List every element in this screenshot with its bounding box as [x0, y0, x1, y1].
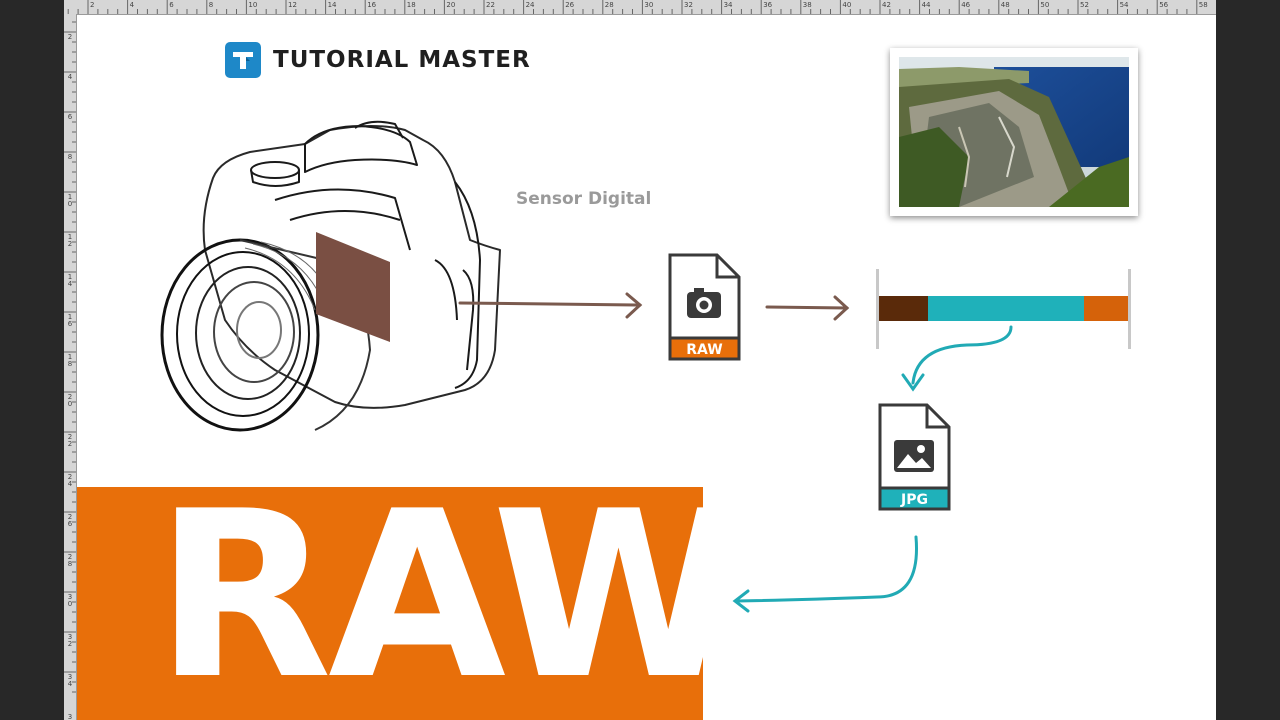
horizontal-ruler-label: 8 [208, 1, 214, 9]
raw-title-text: RAW [155, 487, 703, 720]
horizontal-ruler-label: 46 [961, 1, 971, 9]
vertical-ruler[interactable]: 24681012141618202224262830323436 [64, 14, 77, 720]
vertical-ruler-label: 20 [67, 393, 73, 408]
horizontal-ruler-label: 20 [446, 1, 456, 9]
raw-title-banner: RAW [77, 487, 703, 720]
horizontal-ruler-label: 18 [406, 1, 416, 9]
horizontal-ruler-label: 30 [644, 1, 654, 9]
vertical-ruler-label: 26 [67, 513, 73, 528]
horizontal-ruler-label: 26 [565, 1, 575, 9]
horizontal-ruler-label: 54 [1119, 1, 1129, 9]
horizontal-ruler-label: 42 [882, 1, 891, 9]
raw-file-label: RAW [686, 342, 722, 358]
canyon-landscape-image [899, 57, 1129, 207]
vertical-ruler-label: 14 [67, 273, 73, 288]
landscape-photo [890, 48, 1138, 216]
horizontal-ruler-label: 50 [1040, 1, 1050, 9]
vertical-ruler-label: 8 [67, 153, 73, 161]
vertical-ruler-label: 24 [67, 473, 73, 488]
vertical-ruler-label: 28 [67, 553, 73, 568]
vertical-ruler-label: 32 [67, 633, 73, 648]
vertical-ruler-label: 34 [67, 673, 73, 688]
raw-file-icon: RAW [668, 253, 741, 361]
horizontal-ruler-label: 6 [169, 1, 174, 9]
vertical-ruler-label: 36 [67, 713, 73, 720]
horizontal-ruler-label: 24 [525, 1, 535, 9]
workspace-gutter-left [0, 0, 64, 720]
vertical-ruler-label: 16 [67, 313, 73, 328]
horizontal-ruler-label: 10 [248, 1, 258, 9]
arrow-sensor-to-raw [458, 292, 643, 319]
horizontal-ruler-label: 34 [723, 1, 733, 9]
horizontal-ruler-label: 2 [90, 1, 95, 9]
horizontal-ruler-label: 16 [367, 1, 377, 9]
vertical-ruler-label: 12 [67, 233, 73, 248]
horizontal-ruler-label: 38 [802, 1, 812, 9]
horizontal-ruler-label: 56 [1159, 1, 1169, 9]
horizontal-ruler-label: 48 [1000, 1, 1010, 9]
data-bar [876, 269, 1131, 349]
jpg-file-icon: JPG [878, 403, 951, 511]
workspace-gutter-right [1216, 0, 1280, 720]
horizontal-ruler-label: 4 [129, 1, 135, 9]
vertical-ruler-label: 6 [67, 113, 73, 121]
horizontal-ruler-label: 28 [604, 1, 614, 9]
vertical-ruler-label: 4 [67, 73, 73, 81]
horizontal-ruler-label: 40 [842, 1, 852, 9]
horizontal-ruler-label: 44 [921, 1, 931, 9]
vertical-ruler-label: 10 [67, 193, 73, 208]
horizontal-ruler-label: 22 [486, 1, 495, 9]
horizontal-ruler-label: 52 [1080, 1, 1089, 9]
horizontal-ruler[interactable]: 2 4 6 8 10 12 14 16 18 20 22 24 26 28 30 32 34 36 38 40 42 44… [64, 0, 1216, 15]
vertical-ruler-label: 22 [67, 433, 73, 448]
arrow-raw-to-bar [765, 295, 850, 321]
vertical-ruler-label: 2 [67, 33, 73, 41]
horizontal-ruler-label: 58 [1198, 1, 1208, 9]
artboard-canvas[interactable]: TUTORIAL MASTER Sensor Digital RAW JPG R… [77, 15, 1216, 720]
horizontal-ruler-label: 12 [288, 1, 297, 9]
jpg-file-label: JPG [900, 492, 928, 508]
horizontal-ruler-label: 14 [327, 1, 337, 9]
vertical-ruler-label: 30 [67, 593, 73, 608]
arrow-jpg-to-banner [732, 535, 919, 613]
horizontal-ruler-label: 32 [684, 1, 693, 9]
horizontal-ruler-label: 36 [763, 1, 773, 9]
vertical-ruler-label: 18 [67, 353, 73, 368]
